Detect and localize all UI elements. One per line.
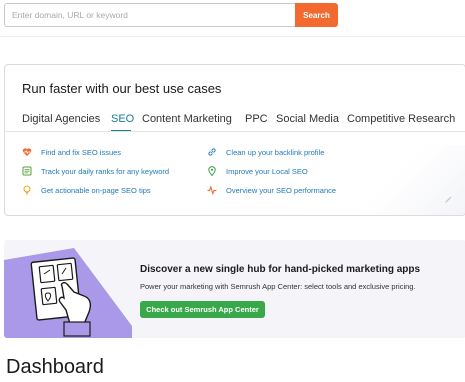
list-item: Overview your SEO performance bbox=[207, 185, 336, 195]
use-case-link[interactable]: Get actionable on-page SEO tips bbox=[41, 186, 151, 195]
app-center-promo: Discover a new single hub for hand-picke… bbox=[4, 240, 465, 338]
tab-social-media[interactable]: Social Media bbox=[276, 113, 339, 125]
list-item: Get actionable on-page SEO tips bbox=[22, 185, 151, 195]
use-cases-title: Run faster with our best use cases bbox=[22, 81, 222, 96]
use-case-link[interactable]: Improve your Local SEO bbox=[226, 167, 308, 176]
tab-seo[interactable]: SEO bbox=[111, 113, 134, 125]
list-check-icon bbox=[22, 166, 32, 176]
promo-description: Power your marketing with Semrush App Ce… bbox=[140, 282, 416, 291]
list-item: Find and fix SEO issues bbox=[22, 147, 121, 157]
search-bar: Search bbox=[0, 0, 465, 36]
heart-pulse-icon bbox=[22, 147, 32, 157]
use-case-link[interactable]: Find and fix SEO issues bbox=[41, 148, 121, 157]
lightbulb-icon bbox=[22, 185, 32, 195]
promo-title: Discover a new single hub for hand-picke… bbox=[140, 264, 421, 275]
use-case-link[interactable]: Clean up your backlink profile bbox=[226, 148, 324, 157]
link-icon bbox=[207, 147, 217, 157]
tab-ppc[interactable]: PPC bbox=[245, 113, 268, 125]
pulse-icon bbox=[207, 185, 217, 195]
list-item: Track your daily ranks for any keyword bbox=[22, 166, 169, 176]
use-cases-card: Run faster with our best use cases Digit… bbox=[4, 64, 465, 216]
tab-digital-agencies[interactable]: Digital Agencies bbox=[22, 113, 100, 125]
list-item: Clean up your backlink profile bbox=[207, 147, 324, 157]
tab-competitive-research[interactable]: Competitive Research bbox=[347, 113, 455, 125]
page-title: Dashboard bbox=[6, 356, 104, 378]
map-pin-icon bbox=[207, 166, 217, 176]
tabs-divider bbox=[5, 131, 465, 132]
app-hub-illustration bbox=[4, 248, 132, 338]
header-divider bbox=[0, 36, 465, 37]
app-center-button[interactable]: Check out Semrush App Center bbox=[140, 301, 265, 318]
search-input[interactable] bbox=[4, 3, 295, 27]
search-button[interactable]: Search bbox=[295, 3, 338, 27]
list-item: Improve your Local SEO bbox=[207, 166, 308, 176]
tab-content-marketing[interactable]: Content Marketing bbox=[142, 113, 232, 125]
use-case-link[interactable]: Overview your SEO performance bbox=[226, 186, 336, 195]
use-case-link[interactable]: Track your daily ranks for any keyword bbox=[41, 167, 169, 176]
pen-icon bbox=[445, 196, 452, 203]
